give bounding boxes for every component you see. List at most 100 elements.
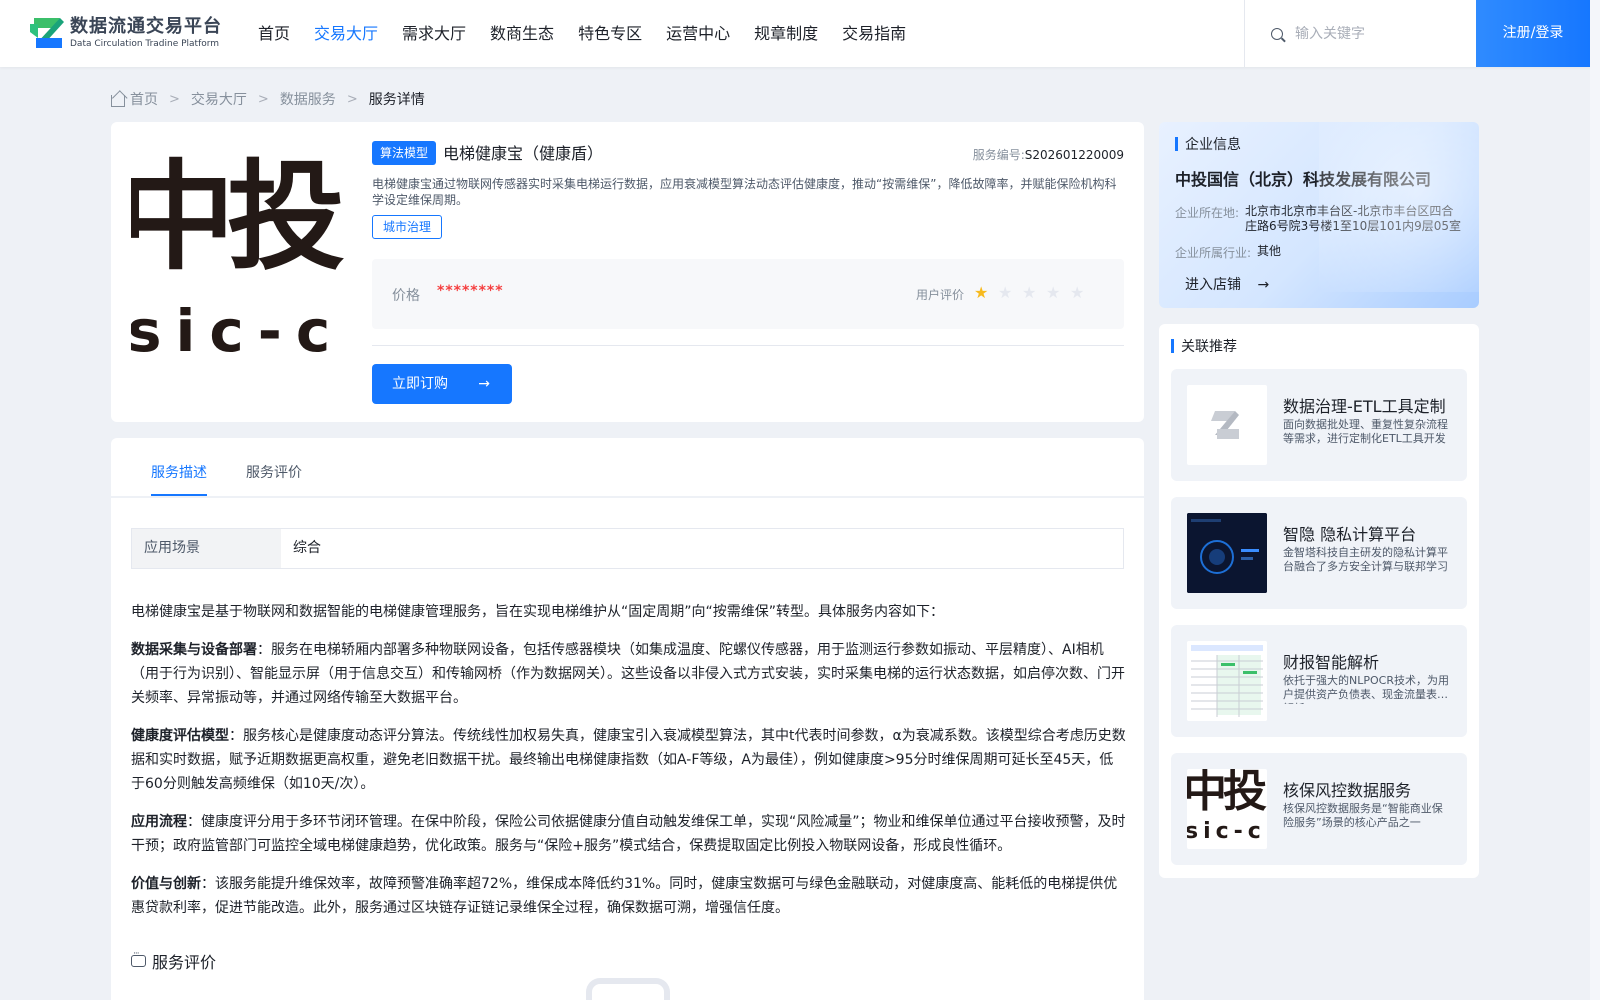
recommend-thumbnail <box>1187 641 1267 721</box>
nav-home[interactable]: 首页 <box>246 0 302 67</box>
star-icon[interactable]: ★ <box>998 283 1022 303</box>
service-number: 服务编号:S202601220009 <box>973 146 1124 163</box>
company-section-header: 企业信息 <box>1175 134 1241 154</box>
tab-service-description[interactable]: 服务描述 <box>151 462 207 482</box>
company-info-card: 企业信息 中投国信（北京）科技发展有限公司 企业所在地: 北京市北京市丰台区-北… <box>1159 122 1479 308</box>
platform-logo[interactable]: 数据流通交易平台 Data Circulation Tradine Platfo… <box>30 14 222 52</box>
recommend-description: 核保风控数据服务是“智能商业保险服务”场景的核心产品之一 <box>1283 802 1443 829</box>
product-summary-card: 中投 sic-c 算法模型 电梯健康宝（健康盾） 服务编号:S202601220… <box>111 122 1144 422</box>
nav-ecosystem[interactable]: 数商生态 <box>478 0 566 67</box>
paragraph-text: ：服务核心是健康度动态评分算法。传统线性加权易失真，健康宝引入衰减模型算法，其中… <box>131 728 1126 792</box>
thumb-logo-text: 中投 <box>1187 769 1267 817</box>
breadcrumb: 首页 > 交易大厅 > 数据服务 > 服务详情 <box>111 88 425 110</box>
price-label: 价格 <box>392 288 420 304</box>
breadcrumb-trading-hall[interactable]: 交易大厅 <box>191 89 247 109</box>
recommend-item[interactable]: 数据治理-ETL工具定制 面向数据批处理、重复性复杂流程等需求，进行定制化ETL… <box>1171 369 1467 481</box>
product-logo-text: 中投 <box>131 147 345 286</box>
enter-shop-label: 进入店铺 <box>1185 277 1241 293</box>
placeholder-logo-icon <box>1211 411 1239 439</box>
dashboard-screenshot-icon <box>1187 513 1267 593</box>
breadcrumb-home[interactable]: 首页 <box>130 89 158 109</box>
company-industry-row: 企业所属行业: 其他 <box>1175 244 1281 261</box>
company-industry-label: 企业所属行业: <box>1175 246 1252 260</box>
recommend-thumbnail <box>1187 513 1267 593</box>
product-title: 电梯健康宝（健康盾） <box>443 144 604 163</box>
description-intro: 电梯健康宝是基于物联网和数据智能的电梯健康管理服务，旨在实现电梯维护从“固定周期… <box>131 604 945 620</box>
chevron-right-icon: > <box>346 91 358 107</box>
scene-table: 应用场景 综合 <box>131 528 1124 569</box>
recommend-title: 数据治理-ETL工具定制 <box>1283 397 1446 416</box>
thumb-logo-subtext: sic-c <box>1187 819 1266 844</box>
arrow-right-icon: → <box>1257 277 1270 293</box>
scene-tag[interactable]: 城市治理 <box>372 215 443 239</box>
rating-label: 用户评价 <box>916 288 965 302</box>
star-icon[interactable]: ★ <box>1022 283 1046 303</box>
star-icon[interactable]: ★ <box>1070 283 1094 303</box>
product-type-tag: 算法模型 <box>372 141 437 165</box>
arrow-right-icon: → <box>478 376 490 392</box>
breadcrumb-data-services[interactable]: 数据服务 <box>280 89 336 109</box>
chevron-right-icon: > <box>169 91 180 107</box>
recommend-description: 金智塔科技自主研发的隐私计算平台融合了多方安全计算与联邦学习 <box>1283 546 1448 573</box>
recommend-item[interactable]: 中投 sic-c 核保风控数据服务 核保风控数据服务是“智能商业保险服务”场景的… <box>1171 753 1467 865</box>
comment-icon <box>131 949 146 967</box>
service-number-label: 服务编号: <box>972 148 1025 162</box>
star-icon[interactable]: ★ <box>974 283 998 303</box>
enter-shop-link[interactable]: 进入店铺 → <box>1185 274 1269 294</box>
nav-trading-guide[interactable]: 交易指南 <box>830 0 918 67</box>
review-section-title: 服务评价 <box>152 953 217 972</box>
logo-icon <box>30 18 64 48</box>
recommend-title: 财报智能解析 <box>1283 653 1380 672</box>
main-nav: 首页 交易大厅 需求大厅 数商生态 特色专区 运营中心 规章制度 交易指南 <box>246 0 918 67</box>
recommend-section-header: 关联推荐 <box>1171 336 1237 356</box>
paragraph-text: ：该服务能提升维保效率，故障预警准确率超72%，维保成本降低约31%。同时，健康… <box>131 876 1118 916</box>
description-paragraph: 健康度评估模型：服务核心是健康度动态评分算法。传统线性加权易失真，健康宝引入衰减… <box>131 724 1126 796</box>
order-now-label: 立即订购 <box>392 376 448 392</box>
price-panel: 价格 ******** 用户评价 ★ ★ ★ ★ ★ <box>372 259 1124 329</box>
scene-value: 综合 <box>293 540 321 556</box>
active-tab-indicator <box>151 494 207 496</box>
nav-demand-hall[interactable]: 需求大厅 <box>390 0 478 67</box>
recommend-thumbnail <box>1187 385 1267 465</box>
description-paragraph: 数据采集与设备部署：服务在电梯轿厢内部署多种物联网设备，包括传感器模块（如集成温… <box>131 638 1126 710</box>
recommend-title: 核保风控数据服务 <box>1283 781 1412 800</box>
star-rating: ★ ★ ★ ★ ★ <box>974 283 1094 303</box>
divider <box>372 345 1124 346</box>
recommend-description: 面向数据批处理、重复性复杂流程等需求，进行定制化ETL工具开发 <box>1283 418 1448 445</box>
company-industry-value: 其他 <box>1257 244 1282 258</box>
paragraph-heading: 健康度评估模型 <box>131 728 229 744</box>
tab-service-reviews[interactable]: 服务评价 <box>246 462 302 482</box>
top-header: 数据流通交易平台 Data Circulation Tradine Platfo… <box>0 0 1600 67</box>
recommend-thumbnail: 中投 sic-c <box>1187 769 1267 849</box>
service-description-body: 电梯健康宝是基于物联网和数据智能的电梯健康管理服务，旨在实现电梯维护从“固定周期… <box>131 600 1126 934</box>
star-icon[interactable]: ★ <box>1046 283 1070 303</box>
related-recommendations: 关联推荐 数据治理-ETL工具定制 面向数据批处理、重复性复杂流程等需求，进行定… <box>1159 324 1479 878</box>
logo-subtitle: Data Circulation Tradine Platform <box>70 39 220 49</box>
company-location-value: 北京市北京市丰台区-北京市丰台区四合庄路6号院3号楼1至10层101内9层05室 <box>1245 204 1462 233</box>
nav-regulations[interactable]: 规章制度 <box>742 0 830 67</box>
recommend-item[interactable]: 财报智能解析 依托于强大的NLPOCR技术，为用户提供资产负债表、现金流量表等解… <box>1171 625 1467 737</box>
company-location-row: 企业所在地: 北京市北京市丰台区-北京市丰台区四合庄路6号院3号楼1至10层10… <box>1175 204 1465 234</box>
recommend-section-title: 关联推荐 <box>1181 339 1237 355</box>
logo-title: 数据流通交易平台 <box>70 16 222 37</box>
nav-trading-hall[interactable]: 交易大厅 <box>302 0 390 67</box>
product-description: 电梯健康宝通过物联网传感器实时采集电梯运行数据，应用衰减模型算法动态评估健康度，… <box>372 177 1117 207</box>
search-input[interactable] <box>1295 25 1455 42</box>
scene-label: 应用场景 <box>132 529 281 568</box>
search-icon[interactable] <box>1271 27 1283 40</box>
price-value: ******** <box>437 283 504 299</box>
nav-operations-center[interactable]: 运营中心 <box>654 0 742 67</box>
paragraph-heading: 应用流程 <box>131 814 187 830</box>
product-logo-subtext: sic-c <box>131 297 345 365</box>
breadcrumb-current: 服务详情 <box>368 92 425 108</box>
search-box <box>1244 0 1476 67</box>
nav-featured-zone[interactable]: 特色专区 <box>566 0 654 67</box>
company-section-title: 企业信息 <box>1185 137 1241 153</box>
recommend-item[interactable]: 智隐 隐私计算平台 金智塔科技自主研发的隐私计算平台融合了多方安全计算与联邦学习 <box>1171 497 1467 609</box>
login-register-button[interactable]: 注册/登录 <box>1476 0 1590 67</box>
service-detail-card: 服务描述 服务评价 应用场景 综合 电梯健康宝是基于物联网和数据智能的电梯健康管… <box>111 438 1144 1000</box>
order-now-button[interactable]: 立即订购 → <box>372 364 512 404</box>
paragraph-heading: 数据采集与设备部署 <box>131 642 257 658</box>
paragraph-text: ：服务在电梯轿厢内部署多种物联网设备，包括传感器模块（如集成温度、陀螺仪传感器，… <box>131 642 1125 706</box>
scrollbar[interactable] <box>1590 0 1600 1000</box>
